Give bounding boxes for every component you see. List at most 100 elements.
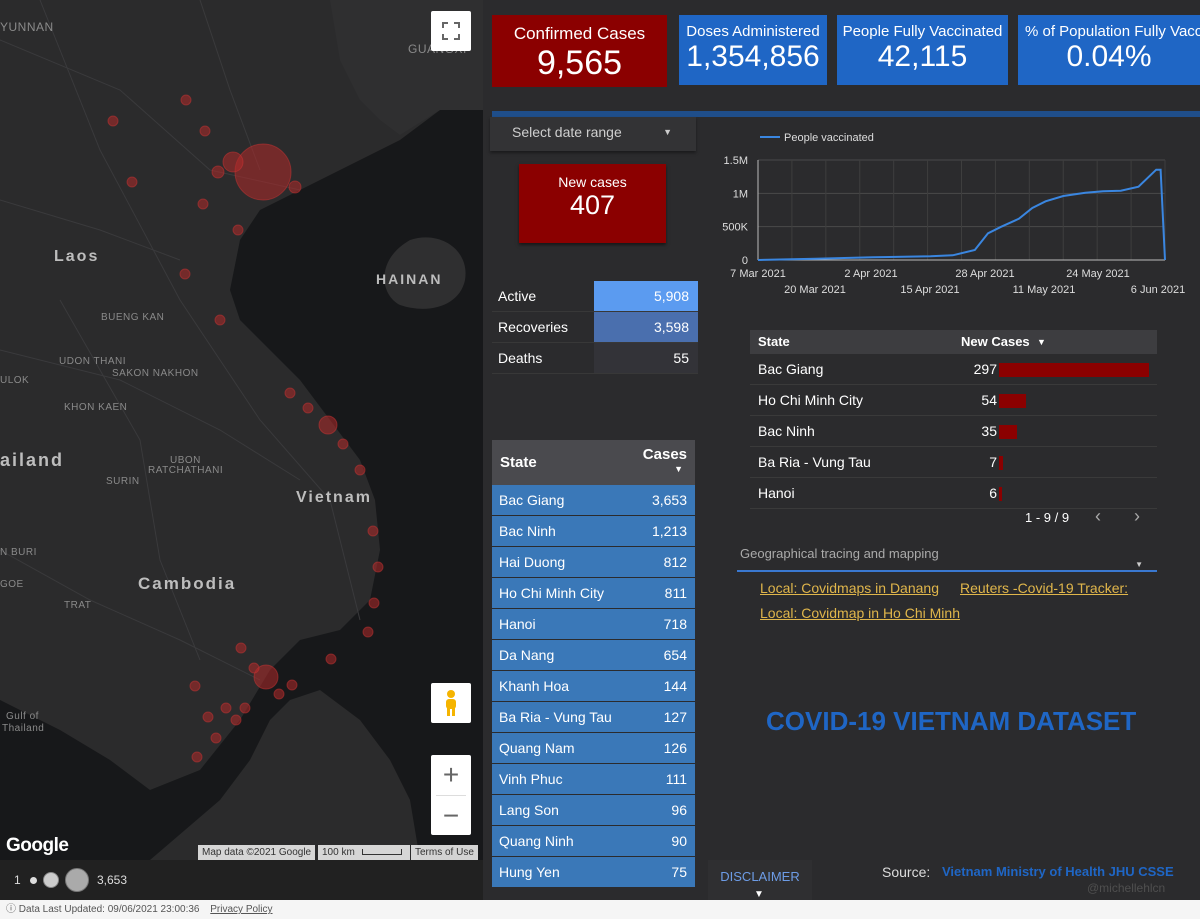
info-icon: ⓘ (6, 904, 16, 915)
map-label-udon-thani: UDON THANI (59, 356, 127, 367)
nc-bar (999, 425, 1017, 439)
google-logo: Google (6, 835, 69, 856)
status-deaths-value: 55 (673, 350, 689, 366)
state-header[interactable]: State (500, 454, 537, 471)
table-row[interactable]: Quang Ninh 90 (492, 826, 695, 857)
table-row[interactable]: Vinh Phuc 111 (492, 764, 695, 795)
date-range-selector[interactable]: Select date range ▼ (490, 117, 696, 151)
fullscreen-button[interactable] (431, 11, 471, 51)
map-data-attribution: Map data ©2021 Google (198, 845, 316, 860)
table-row[interactable]: Bac Giang 297 (750, 354, 1157, 385)
street-view-button[interactable] (431, 683, 471, 723)
chevron-down-icon: ▼ (663, 127, 672, 137)
table-row[interactable]: Quang Nam 126 (492, 733, 695, 764)
geo-dropdown-label: Geographical tracing and mapping (740, 546, 939, 561)
map-label-surin: SURIN (106, 476, 140, 487)
nc-new-cases-header[interactable]: New Cases (961, 330, 1030, 354)
map[interactable]: YUNNAN GUANGXI Laos HAINAN BUENG KAN UDO… (0, 0, 483, 860)
kpi-percent-vaccinated: % of Population Fully Vacc 0.04% (1018, 15, 1200, 85)
kpi-fully-label: People Fully Vaccinated (842, 23, 1003, 40)
map-label-laos: Laos (54, 248, 100, 265)
x-tick-label: 24 May 2021 (1066, 268, 1130, 280)
cases-header[interactable]: Cases (643, 446, 687, 463)
zoom-in-button[interactable]: + (431, 755, 471, 795)
map-label-cambodia: Cambodia (138, 574, 237, 593)
table-row[interactable]: Khanh Hoa 144 (492, 671, 695, 702)
nc-value: 7 (989, 454, 997, 470)
state-cases: 127 (663, 709, 687, 725)
table-row[interactable]: Hai Duong 812 (492, 547, 695, 578)
x-tick-label: 2 Apr 2021 (844, 268, 897, 280)
nc-state: Hanoi (758, 485, 795, 501)
table-row[interactable]: Hung Yen 75 (492, 857, 695, 888)
zoom-out-button[interactable]: − (431, 796, 471, 835)
link-covidmaps-danang[interactable]: Local: Covidmaps in Danang (760, 580, 939, 596)
source-links[interactable]: Vietnam Ministry of Health JHU CSSE (942, 864, 1174, 879)
pagination-label: 1 - 9 / 9 (1025, 510, 1070, 525)
table-row[interactable]: Hanoi 6 (750, 478, 1157, 509)
state-name: Khanh Hoa (499, 678, 570, 694)
nc-bar (999, 394, 1026, 408)
state-name: Bac Giang (499, 492, 565, 508)
state-name: Ho Chi Minh City (499, 585, 605, 601)
terms-link[interactable]: Terms of Use (411, 845, 478, 860)
zoom-control: + − (431, 755, 471, 835)
state-cases: 3,653 (651, 492, 687, 508)
map-label-sakon-nakhon: SAKON NAKHON (112, 368, 199, 379)
nc-bar (999, 487, 1002, 501)
legend-max: 3,653 (97, 873, 128, 887)
new-cases-table: State New Cases ▼ Bac Giang 297 Ho Chi Min… (750, 330, 1157, 509)
table-row[interactable]: Ba Ria - Vung Tau 127 (492, 702, 695, 733)
kpi-fully-vaccinated: People Fully Vaccinated 42,115 (837, 15, 1008, 85)
table-row[interactable]: Ba Ria - Vung Tau 7 (750, 447, 1157, 478)
map-legend-bar: 1 3,653 (0, 860, 483, 900)
nc-value: 6 (989, 485, 997, 501)
table-row[interactable]: Hanoi 718 (492, 609, 695, 640)
table-row[interactable]: Ho Chi Minh City 54 (750, 385, 1157, 416)
sort-desc-icon: ▼ (674, 464, 683, 474)
state-cases: 75 (671, 864, 687, 880)
date-range-label: Select date range (512, 124, 622, 140)
table-row[interactable]: Bac Giang 3,653 (492, 485, 695, 516)
kpi-new-cases: New cases 407 (519, 164, 666, 243)
disclaimer-button[interactable]: DISCLAIMER ▼ (708, 860, 812, 900)
kpi-confirmed-label: Confirmed Cases (513, 24, 646, 43)
status-active-value: 5,908 (653, 288, 689, 304)
nc-state-header[interactable]: State (758, 330, 790, 354)
last-updated: Data Last Updated: 09/06/2021 23:00:36 (18, 904, 200, 915)
link-covidmap-hcm[interactable]: Local: Covidmap in Ho Chi Minh (760, 605, 960, 621)
nc-value: 297 (973, 361, 997, 377)
state-cases: 654 (663, 647, 687, 663)
state-name: Lang Son (499, 802, 559, 818)
next-page-button[interactable]: › (1134, 506, 1140, 527)
nc-value: 54 (981, 392, 997, 408)
status-row-recoveries: Recoveries 3,598 (492, 312, 698, 343)
nc-value: 35 (981, 423, 997, 439)
map-label-trat: TRAT (64, 600, 92, 611)
map-scale-label: 100 km (322, 847, 355, 858)
dataset-title: COVID-19 VIETNAM DATASET (766, 706, 1137, 736)
kpi-doses: Doses Administered 1,354,856 (679, 15, 827, 85)
map-label-gulf: Gulf of (6, 711, 39, 722)
table-row[interactable]: Da Nang 654 (492, 640, 695, 671)
state-name: Hanoi (499, 616, 536, 632)
map-label-ratchathani: RATCHATHANI (148, 465, 224, 476)
map-label-khon-kaen: KHON KAEN (64, 402, 128, 413)
privacy-policy-link[interactable]: Privacy Policy (210, 904, 272, 915)
table-row[interactable]: Bac Ninh 35 (750, 416, 1157, 447)
table-row[interactable]: Lang Son 96 (492, 795, 695, 826)
new-cases-body: Bac Giang 297 Ho Chi Minh City 54 Bac Ninh 35… (750, 354, 1157, 509)
status-row-deaths: Deaths 55 (492, 343, 698, 374)
legend-label: People vaccinated (784, 132, 874, 144)
prev-page-button[interactable]: ‹ (1095, 506, 1101, 527)
dashboard: YUNNAN GUANGXI Laos HAINAN BUENG KAN UDO… (0, 0, 1200, 919)
link-reuters-tracker[interactable]: Reuters -Covid-19 Tracker: (960, 580, 1128, 596)
geo-dropdown[interactable]: Geographical tracing and mapping ▼ (737, 546, 1157, 572)
kpi-fully-value: 42,115 (877, 40, 968, 73)
map-label-lok: ULOK (0, 375, 30, 386)
kpi-doses-label: Doses Administered (686, 23, 820, 40)
y-tick-label: 1.5M (724, 155, 748, 167)
table-row[interactable]: Ho Chi Minh City 811 (492, 578, 695, 609)
kpi-confirmed: Confirmed Cases 9,565 (492, 15, 667, 87)
table-row[interactable]: Bac Ninh 1,213 (492, 516, 695, 547)
